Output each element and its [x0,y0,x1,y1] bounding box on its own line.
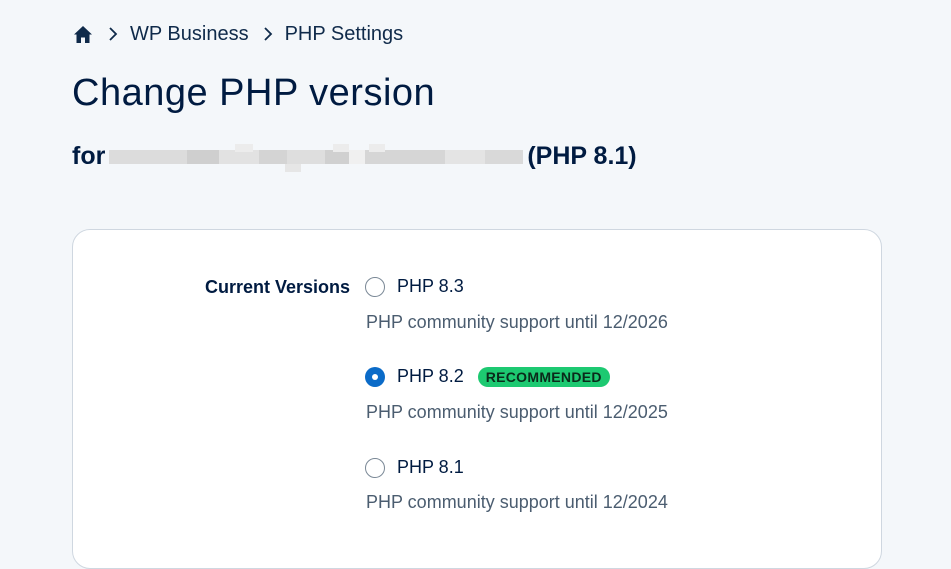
option-php-8-3[interactable]: PHP 8.3 [365,276,464,297]
support-text-php-8-3: PHP community support until 12/2026 [366,312,668,332]
breadcrumb: WP Business PHP Settings [72,20,403,48]
subtitle-current-version: (PHP 8.1) [527,141,637,170]
radio-php-8-2[interactable] [365,366,385,387]
radio-php-8-1[interactable] [365,457,385,478]
page-title: Change PHP version [72,72,436,114]
current-versions-label: Current Versions [205,277,351,297]
option-label: PHP 8.3 [397,276,464,296]
recommended-badge: RECOMMENDED [477,366,610,387]
breadcrumb-wp-business[interactable]: WP Business [130,23,249,46]
home-icon[interactable] [72,23,94,45]
php-version-card: Current Versions PHP 8.3 PHP community s… [72,229,882,569]
option-label: PHP 8.2 [397,366,464,386]
redacted-domain [109,140,524,172]
support-text-php-8-2: PHP community support until 12/2025 [366,402,668,422]
radio-php-8-3[interactable] [365,276,385,297]
breadcrumb-php-settings[interactable]: PHP Settings [285,23,404,46]
chevron-right-icon [102,23,124,45]
option-php-8-2[interactable]: PHP 8.2 RECOMMENDED [365,366,610,387]
support-text-php-8-1: PHP community support until 12/2024 [366,492,668,512]
option-php-8-1[interactable]: PHP 8.1 [365,457,464,478]
page-subtitle: for (PHP 8.1) [72,140,637,172]
option-label: PHP 8.1 [397,457,464,477]
subtitle-prefix: for [72,141,106,170]
chevron-right-icon [257,23,279,45]
